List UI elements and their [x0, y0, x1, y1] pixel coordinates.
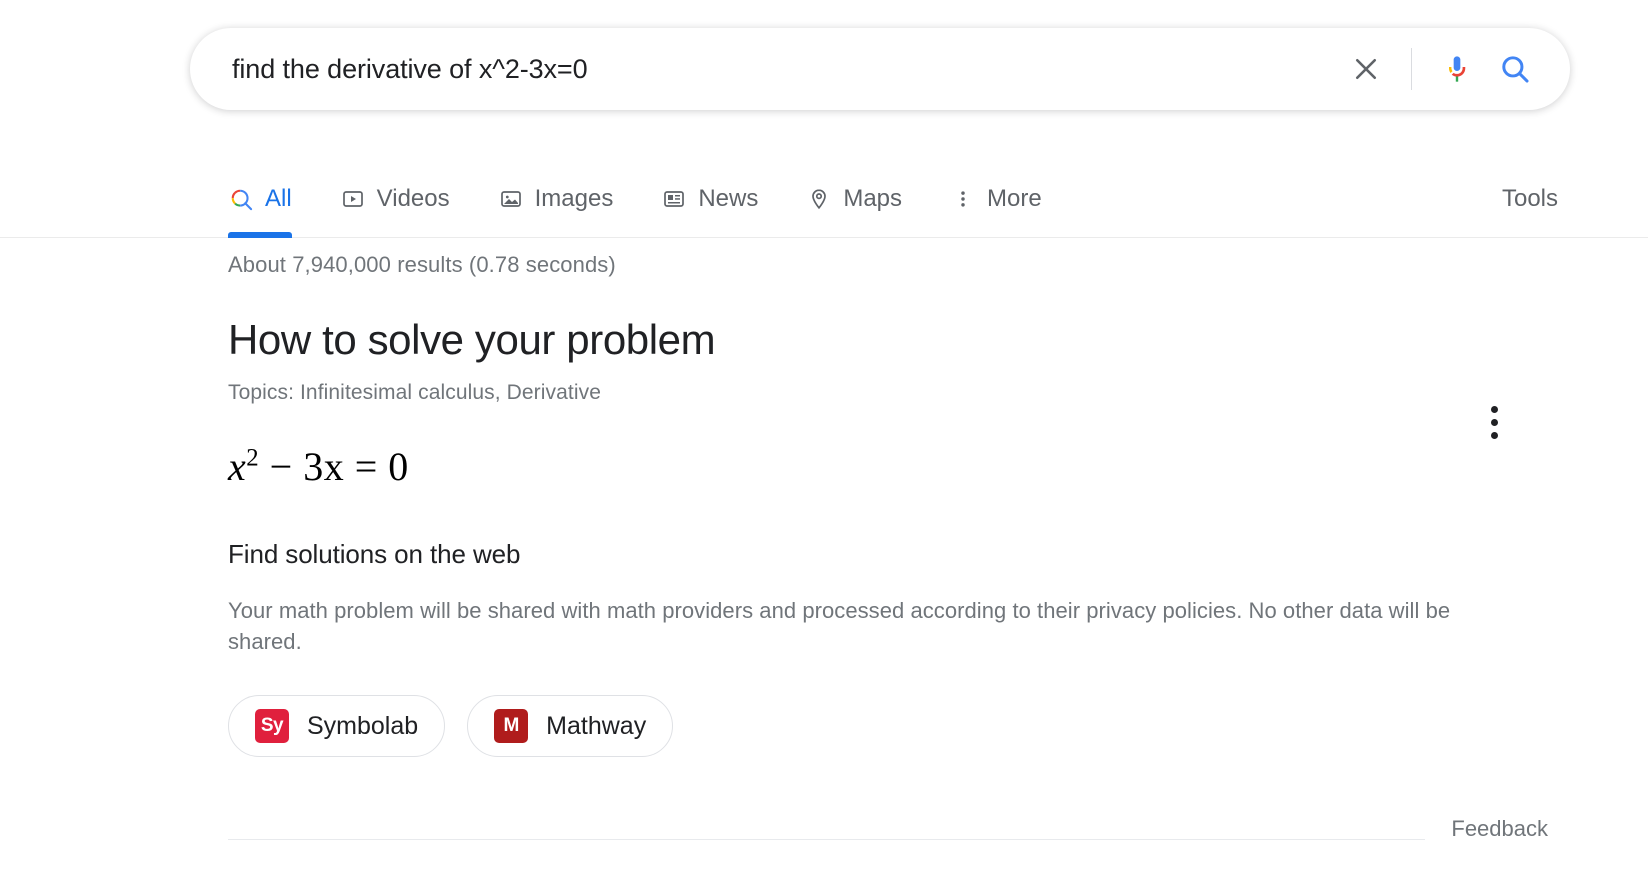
footer-divider [228, 839, 1425, 840]
video-icon [340, 186, 366, 212]
equation-exponent: 2 [246, 445, 259, 472]
news-icon [661, 186, 687, 212]
tab-all-label: All [265, 187, 292, 211]
find-solutions-heading: Find solutions on the web [228, 539, 1548, 570]
google-search-icon [228, 186, 254, 212]
tab-all[interactable]: All [228, 160, 312, 238]
provider-chips: Sy Symbolab M Mathway [228, 695, 1548, 757]
card-topics: Topics: Infinitesimal calculus, Derivati… [228, 381, 1548, 405]
tab-more[interactable]: More [950, 160, 1062, 238]
card-footer: Feedback [228, 826, 1548, 852]
equation-base: x [228, 444, 246, 489]
provider-chip-symbolab[interactable]: Sy Symbolab [228, 695, 445, 757]
clear-search-button[interactable] [1337, 40, 1395, 98]
microphone-icon [1441, 53, 1473, 85]
math-solver-card: How to solve your problem Topics: Infini… [228, 316, 1548, 757]
map-pin-icon [806, 186, 832, 212]
more-vertical-icon [1491, 419, 1498, 426]
tab-maps-label: Maps [843, 187, 902, 211]
search-nav-bar: All Videos [0, 160, 1648, 240]
card-title: How to solve your problem [228, 316, 1548, 364]
tab-videos[interactable]: Videos [340, 160, 470, 238]
privacy-disclaimer: Your math problem will be shared with ma… [228, 596, 1528, 657]
tab-videos-label: Videos [377, 187, 450, 211]
provider-chip-symbolab-label: Symbolab [307, 712, 418, 741]
tools-label: Tools [1502, 185, 1558, 213]
provider-chip-mathway[interactable]: M Mathway [467, 695, 673, 757]
search-submit-button[interactable] [1486, 40, 1544, 98]
google-search-results-page: All Videos [0, 0, 1648, 882]
tab-images[interactable]: Images [498, 160, 634, 238]
voice-search-button[interactable] [1428, 40, 1486, 98]
more-vertical-icon [950, 186, 976, 212]
symbolab-logo-icon: Sy [255, 709, 289, 743]
tab-more-label: More [987, 187, 1042, 211]
tab-news[interactable]: News [661, 160, 778, 238]
tools-button[interactable]: Tools [1502, 160, 1558, 238]
search-icon [1498, 52, 1532, 86]
feedback-link[interactable]: Feedback [1451, 816, 1548, 842]
equation-rest: − 3x = 0 [259, 444, 409, 489]
search-divider [1411, 48, 1412, 90]
tab-images-label: Images [535, 187, 614, 211]
results-container: About 7,940,000 results (0.78 seconds) H… [228, 252, 1548, 757]
nav-tabs: All Videos [228, 160, 1090, 238]
more-vertical-icon [1491, 432, 1498, 439]
tab-news-label: News [698, 187, 758, 211]
more-vertical-icon [1491, 406, 1498, 413]
search-bar[interactable] [190, 28, 1570, 110]
result-stats: About 7,940,000 results (0.78 seconds) [228, 252, 1548, 278]
provider-chip-mathway-label: Mathway [546, 712, 646, 741]
search-input[interactable] [232, 53, 1337, 85]
mathway-logo-icon: M [494, 709, 528, 743]
close-icon [1351, 54, 1381, 84]
search-actions [1337, 40, 1544, 98]
image-icon [498, 186, 524, 212]
tab-maps[interactable]: Maps [806, 160, 922, 238]
card-overflow-menu-button[interactable] [1472, 394, 1516, 450]
math-equation: x2 − 3x = 0 [228, 447, 1548, 487]
